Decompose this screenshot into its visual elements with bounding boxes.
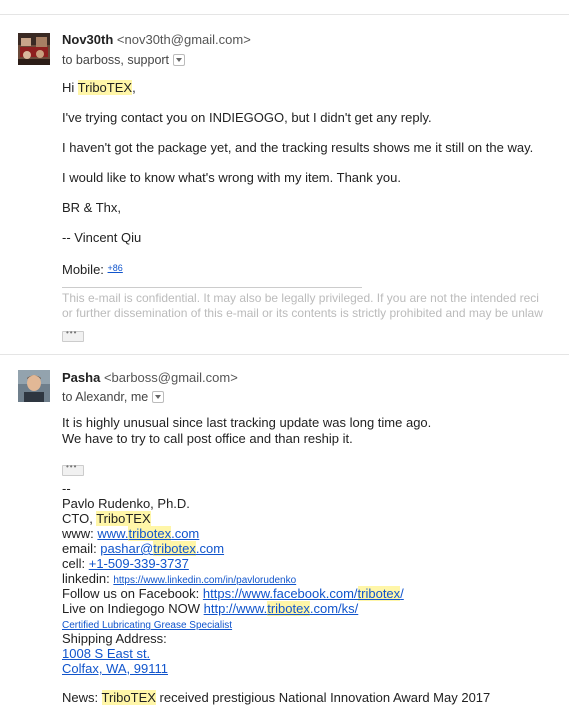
highlight-company: TriboTEX — [96, 511, 151, 526]
link-part: .com — [195, 541, 225, 556]
sender-email: <nov30th@gmail.com> — [116, 32, 251, 47]
avatar-image — [18, 370, 50, 402]
show-trimmed-content-button[interactable] — [62, 462, 84, 476]
cell-line: cell: +1-509-339-3737 — [62, 556, 189, 572]
address-link[interactable]: Colfax, WA, 99111 — [62, 661, 168, 676]
sender-name[interactable]: Pasha — [62, 370, 100, 385]
body-paragraph: I haven't got the package yet, and the t… — [62, 140, 534, 155]
signature-dash: -- — [62, 481, 71, 496]
greeting-suffix: , — [132, 80, 136, 95]
shipping-label: Shipping Address: — [62, 631, 167, 646]
link-highlight: tribotex — [267, 601, 310, 616]
mobile-link[interactable]: +86 — [108, 260, 150, 276]
news-label: News: — [62, 690, 102, 705]
confidential-text: This e-mail is confidential. It may also… — [62, 291, 539, 305]
cell-label: cell: — [62, 556, 89, 571]
sender-avatar[interactable] — [18, 370, 50, 402]
recipients-line: to Alexandr, me — [62, 390, 165, 404]
facebook-label: Follow us on Facebook: — [62, 586, 203, 601]
email-link[interactable]: pashar@tribotex.com — [100, 541, 224, 556]
greeting-prefix: Hi — [62, 80, 78, 95]
sender-line: Pasha <barboss@gmail.com> — [62, 370, 238, 385]
highlight-company: TriboTEX — [101, 690, 156, 705]
link-part: .com/ks/ — [309, 601, 359, 616]
email-line: email: pashar@tribotex.com — [62, 541, 224, 557]
address-line: Colfax, WA, 99111 — [62, 661, 168, 677]
address-link[interactable]: 1008 S East st. — [62, 646, 150, 661]
confidential-text: or further dissemination of this e-mail … — [62, 306, 543, 320]
chevron-down-icon[interactable] — [152, 391, 165, 403]
facebook-line: Follow us on Facebook: https://www.faceb… — [62, 586, 404, 602]
news-text: received prestigious National Innovation… — [155, 690, 491, 705]
indiegogo-label: Live on Indiegogo NOW — [62, 601, 204, 616]
link-part: http://www. — [203, 601, 268, 616]
website-link[interactable]: www.tribotex.com — [97, 526, 199, 541]
linkedin-label: linkedin: — [62, 571, 114, 586]
to-label: to — [62, 390, 73, 404]
title-label: CTO, — [62, 511, 97, 526]
message-divider — [0, 354, 569, 355]
link-part: pashar@ — [100, 541, 154, 556]
link-highlight: tribotex — [128, 526, 172, 541]
mobile-line: Mobile: +86 — [62, 260, 150, 278]
signature-divider — [62, 287, 362, 288]
link-part: https://www.facebook.com/ — [202, 586, 358, 601]
sender-name[interactable]: Nov30th — [62, 32, 113, 47]
body-paragraph: We have to try to call post office and t… — [62, 431, 353, 446]
address-line: 1008 S East st. — [62, 646, 150, 662]
to-label: to — [62, 53, 73, 67]
body-paragraph: I would like to know what's wrong with m… — [62, 170, 401, 185]
sender-email: <barboss@gmail.com> — [103, 370, 238, 385]
recipients: barboss, support — [75, 53, 170, 67]
link-part: / — [400, 586, 404, 601]
sender-line: Nov30th <nov30th@gmail.com> — [62, 32, 251, 47]
mobile-label: Mobile: — [62, 262, 108, 277]
email-thread: Nov30th <nov30th@gmail.com> to barboss, … — [0, 0, 569, 722]
linkedin-link[interactable]: https://www.linkedin.com/in/pavlorudenko — [113, 575, 296, 586]
body-paragraph: I've trying contact you on INDIEGOGO, bu… — [62, 110, 432, 125]
avatar-image — [18, 33, 50, 65]
link-highlight: tribotex — [153, 541, 196, 556]
greeting: Hi TriboTEX, — [62, 80, 136, 96]
link-highlight: tribotex — [357, 586, 401, 601]
link-part: .com — [171, 526, 200, 541]
body-paragraph: BR & Thx, — [62, 200, 122, 215]
highlight-company: TriboTEX — [77, 80, 133, 95]
news-line: News: TriboTEX received prestigious Nati… — [62, 690, 490, 706]
show-trimmed-content-button[interactable] — [62, 328, 84, 342]
facebook-link[interactable]: https://www.facebook.com/tribotex/ — [203, 586, 404, 601]
signature-name: -- Vincent Qiu — [62, 230, 142, 245]
phone-link[interactable]: +1-509-339-3737 — [89, 556, 189, 571]
recipients-line: to barboss, support — [62, 53, 186, 67]
specialist-link[interactable]: Certified Lubricating Grease Specialist — [62, 620, 232, 631]
recipients: Alexandr, me — [75, 390, 149, 404]
website-line: www: www.tribotex.com — [62, 526, 199, 542]
signature-title: CTO, TriboTEX — [62, 511, 151, 527]
link-part: www. — [97, 526, 129, 541]
indiegogo-link[interactable]: http://www.tribotex.com/ks/ — [203, 601, 359, 616]
chevron-down-icon[interactable] — [173, 54, 186, 66]
indiegogo-line: Live on Indiegogo NOW http://www.tribote… — [62, 601, 358, 617]
body-paragraph: It is highly unusual since last tracking… — [62, 415, 432, 430]
www-label: www: — [62, 526, 98, 541]
sender-avatar[interactable] — [18, 33, 50, 65]
email-label: email: — [62, 541, 101, 556]
signature-name: Pavlo Rudenko, Ph.D. — [62, 496, 190, 511]
divider — [0, 14, 569, 15]
